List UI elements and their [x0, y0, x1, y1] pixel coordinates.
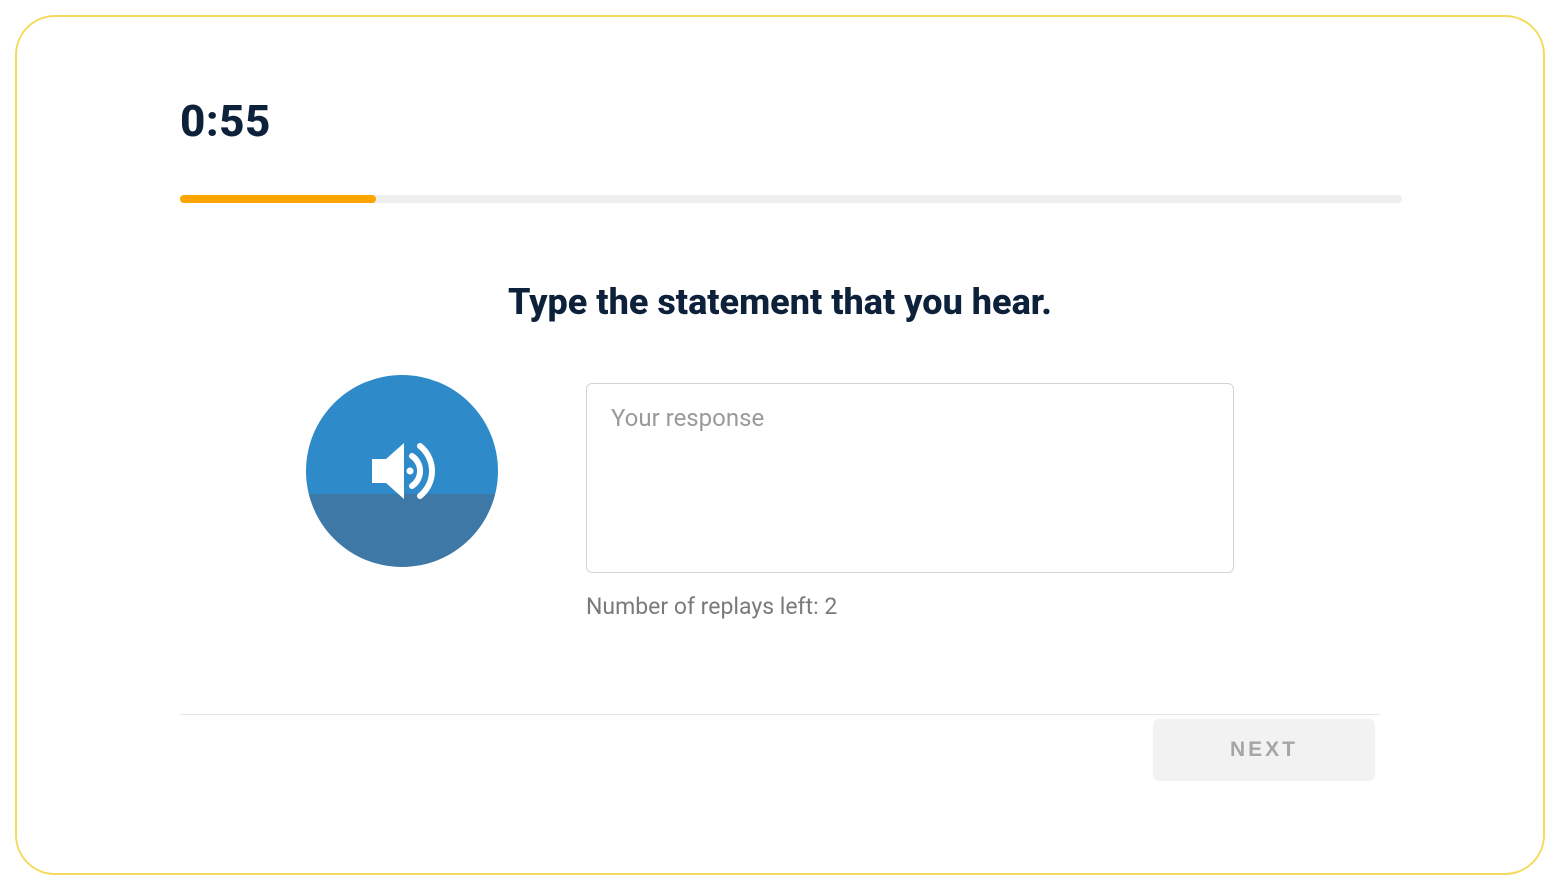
response-input[interactable]	[586, 383, 1234, 573]
exercise-row: Number of replays left: 2	[142, 383, 1398, 620]
divider	[180, 714, 1380, 715]
instruction-text: Type the statement that you hear.	[162, 281, 1398, 323]
next-button[interactable]: NEXT	[1153, 719, 1375, 781]
progress-fill	[180, 195, 376, 203]
response-column: Number of replays left: 2	[586, 383, 1234, 620]
replays-left-text: Number of replays left: 2	[586, 593, 1234, 620]
timer-display: 0:55	[180, 95, 1398, 147]
exercise-card: 0:55 Type the statement that you hear. N…	[15, 15, 1545, 875]
play-audio-button[interactable]	[306, 375, 498, 567]
speaker-icon	[352, 421, 452, 521]
progress-bar	[180, 195, 1402, 203]
